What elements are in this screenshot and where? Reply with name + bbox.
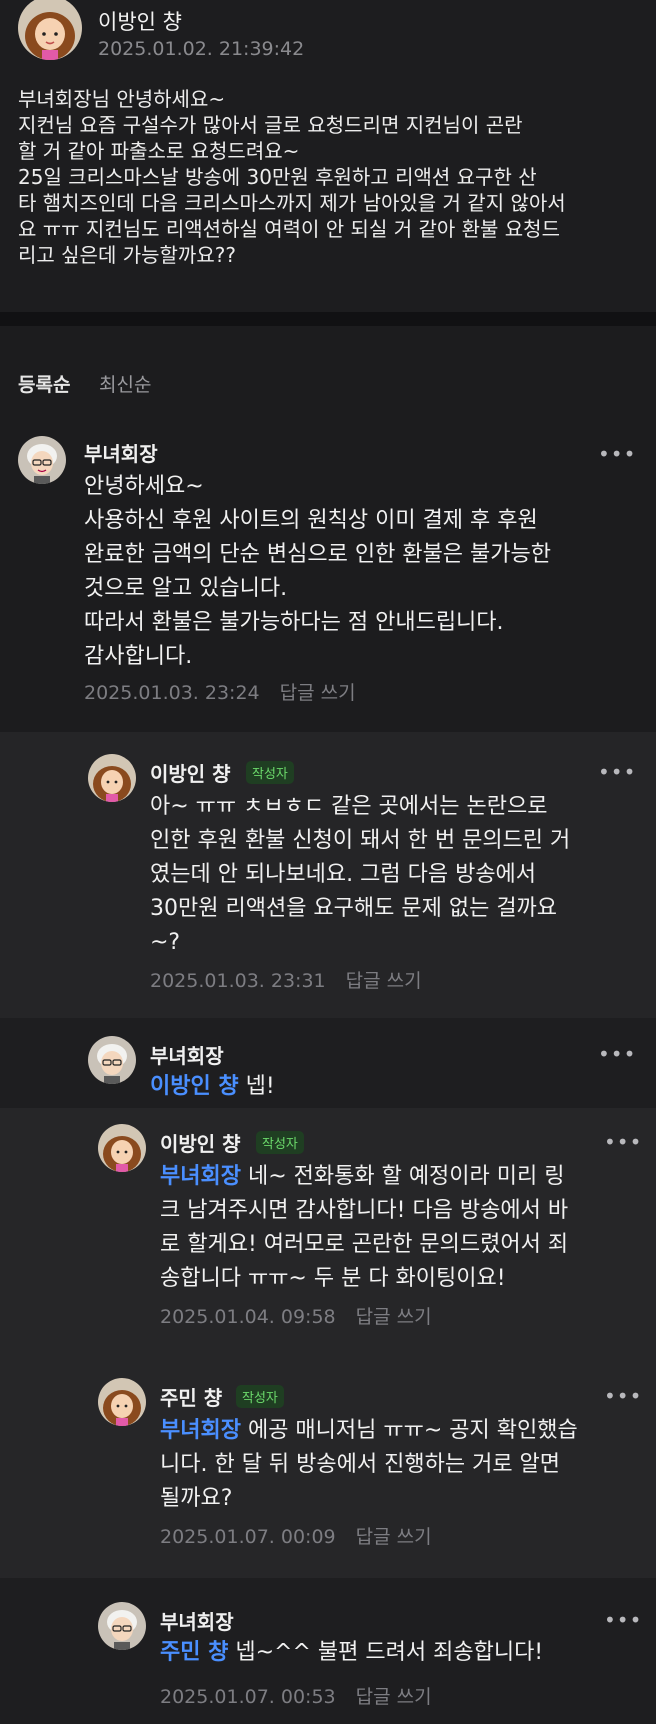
comment-line: ~? (150, 930, 181, 955)
post-author-name[interactable]: 이방인 챵 (98, 6, 182, 36)
commenter-name[interactable]: 이방인 챵 (160, 1128, 241, 1157)
reply-comment: 이방인 챵 작성자 ••• 부녀회장 네~ 전화통화 할 예정이라 미리 링 크… (0, 1108, 656, 1350)
more-options-icon[interactable]: ••• (598, 760, 636, 784)
mention[interactable]: 이방인 챵 (150, 1074, 239, 1099)
post-line: 할 거 같아 파출소로 요청드려요~ (18, 139, 300, 163)
comment-line: 송합니다 ㅠㅠ~ 두 분 다 화이팅이요! (160, 1266, 506, 1291)
comment-date: 2025.01.03. 23:31 (150, 970, 326, 992)
comment-line: 였는데 안 되나보네요. 그럼 다음 방송에서 (150, 862, 537, 887)
comment-line: 아~ ㅠㅠ ㅊㅂㅎㄷ 같은 곳에서는 논란으로 (150, 794, 548, 819)
comment-text: 아~ ㅠㅠ ㅊㅂㅎㄷ 같은 곳에서는 논란으로 인한 후원 환불 신청이 돼서 … (150, 790, 570, 960)
comment-line: 넵! (238, 1074, 275, 1099)
post-line: 타 햄치즈인데 다음 크리스마스까지 제가 남아있을 거 같지 않아서 (18, 191, 566, 215)
commenter-name[interactable]: 부녀회장 (150, 1040, 224, 1069)
commenter-name[interactable]: 주민 챵 (160, 1382, 222, 1411)
commenter-avatar[interactable] (18, 436, 66, 484)
more-options-icon[interactable]: ••• (604, 1130, 642, 1154)
comment-meta: 2025.01.07. 00:53 답글 쓰기 (160, 1682, 432, 1709)
mention[interactable]: 부녀회장 (160, 1164, 241, 1189)
comment-text: 이방인 챵 넵! (150, 1070, 275, 1104)
comment-line: 안녕하세요~ (84, 474, 204, 499)
comment-line: 될까요? (160, 1486, 233, 1511)
reply-button[interactable]: 답글 쓰기 (356, 1306, 432, 1328)
reply-comment: 주민 챵 작성자 ••• 부녀회장 에공 매니저님 ㅠㅠ~ 공지 확인했습 니다… (0, 1350, 656, 1578)
reply-comment: 부녀회장 ••• 이방인 챵 넵! (0, 1018, 656, 1108)
sort-by-registration[interactable]: 등록순 (18, 370, 70, 397)
comment-sort-bar: 등록순 최신순 (0, 326, 656, 410)
comment-line: 로 할게요! 여러모로 곤란한 문의드렸어서 죄 (160, 1232, 569, 1257)
author-badge: 작성자 (256, 1131, 304, 1154)
post-author-avatar[interactable] (18, 0, 82, 60)
post-body: 부녀회장님 안녕하세요~ 지컨님 요즘 구설수가 많아서 글로 요청드리면 지컨… (18, 86, 638, 268)
post-line: 25일 크리스마스날 방송에 30만원 후원하고 리액션 요구한 산 (18, 165, 537, 189)
comment-line: 크 남겨주시면 감사합니다! 다음 방송에서 바 (160, 1198, 569, 1223)
comment-date: 2025.01.07. 00:09 (160, 1526, 336, 1548)
post-line: 리고 싶은데 가능할까요?? (18, 243, 236, 267)
comment-meta: 2025.01.07. 00:09 답글 쓰기 (160, 1522, 432, 1549)
comment: 부녀회장 ••• 안녕하세요~ 사용하신 후원 사이트의 원칙상 이미 결제 후… (0, 410, 656, 732)
comment-meta: 2025.01.04. 09:58 답글 쓰기 (160, 1302, 432, 1329)
commenter-avatar[interactable] (88, 1036, 136, 1084)
mention[interactable]: 부녀회장 (160, 1418, 241, 1443)
comment-date: 2025.01.04. 09:58 (160, 1306, 336, 1328)
sort-by-latest[interactable]: 최신순 (99, 370, 151, 397)
post-line: 요 ㅠㅠ 지컨님도 리액션하실 여력이 안 되실 거 같아 환불 요청드 (18, 217, 560, 241)
author-badge: 작성자 (246, 761, 294, 784)
mention[interactable]: 주민 챵 (160, 1640, 228, 1665)
comment-line: 30만원 리액션을 요구해도 문제 없는 걸까요 (150, 896, 558, 921)
comment-meta: 2025.01.03. 23:31 답글 쓰기 (150, 966, 422, 993)
comment-line: 에공 매니저님 ㅠㅠ~ 공지 확인했습 (240, 1418, 578, 1443)
reply-comment: 이방인 챵 작성자 ••• 아~ ㅠㅠ ㅊㅂㅎㄷ 같은 곳에서는 논란으로 인한… (0, 732, 656, 1018)
commenter-avatar[interactable] (98, 1124, 146, 1172)
commenter-name[interactable]: 부녀회장 (160, 1606, 234, 1635)
reply-button[interactable]: 답글 쓰기 (356, 1686, 432, 1708)
reply-button[interactable]: 답글 쓰기 (356, 1526, 432, 1548)
comment-line: 인한 후원 환불 신청이 돼서 한 번 문의드린 거 (150, 828, 571, 853)
section-divider (0, 312, 656, 326)
comment-line: 감사합니다. (84, 644, 193, 669)
author-badge: 작성자 (236, 1385, 284, 1408)
reply-button[interactable]: 답글 쓰기 (280, 682, 356, 704)
more-options-icon[interactable]: ••• (604, 1384, 642, 1408)
reply-button[interactable]: 답글 쓰기 (346, 970, 422, 992)
comment-line: 넵~^^ 불편 드려서 죄송합니다! (228, 1640, 544, 1665)
comment-line: 니다. 한 달 뒤 방송에서 진행하는 거로 알면 (160, 1452, 561, 1477)
commenter-name[interactable]: 이방인 챵 (150, 758, 231, 787)
comment-date: 2025.01.07. 00:53 (160, 1686, 336, 1708)
post-line: 지컨님 요즘 구설수가 많아서 글로 요청드리면 지컨님이 곤란 (18, 113, 523, 137)
comment-line: 네~ 전화통화 할 예정이라 미리 링 (240, 1164, 565, 1189)
commenter-avatar[interactable] (98, 1602, 146, 1650)
comment-date: 2025.01.03. 23:24 (84, 682, 260, 704)
comment-line: 따라서 환불은 불가능하다는 점 안내드립니다. (84, 610, 504, 635)
commenter-name[interactable]: 부녀회장 (84, 438, 158, 467)
comment-line: 완료한 금액의 단순 변심으로 인한 환불은 불가능한 (84, 542, 552, 567)
post-date: 2025.01.02. 21:39:42 (98, 38, 305, 60)
comment-text: 안녕하세요~ 사용하신 후원 사이트의 원칙상 이미 결제 후 후원 완료한 금… (84, 470, 551, 674)
more-options-icon[interactable]: ••• (598, 1042, 636, 1066)
reply-comment: 부녀회장 ••• 주민 챵 넵~^^ 불편 드려서 죄송합니다! 2025.01… (0, 1578, 656, 1724)
comment-line: 사용하신 후원 사이트의 원칙상 이미 결제 후 후원 (84, 508, 538, 533)
more-options-icon[interactable]: ••• (598, 442, 636, 466)
comment-text: 부녀회장 네~ 전화통화 할 예정이라 미리 링 크 남겨주시면 감사합니다! … (160, 1160, 568, 1296)
post: 이방인 챵 2025.01.02. 21:39:42 부녀회장님 안녕하세요~ … (0, 0, 656, 312)
comment-meta: 2025.01.03. 23:24 답글 쓰기 (84, 678, 356, 705)
more-options-icon[interactable]: ••• (604, 1608, 642, 1632)
comment-text: 부녀회장 에공 매니저님 ㅠㅠ~ 공지 확인했습 니다. 한 달 뒤 방송에서 … (160, 1414, 578, 1516)
commenter-avatar[interactable] (88, 754, 136, 802)
comment-line: 것으로 알고 있습니다. (84, 576, 288, 601)
commenter-avatar[interactable] (98, 1378, 146, 1426)
comment-text: 주민 챵 넵~^^ 불편 드려서 죄송합니다! (160, 1636, 543, 1670)
post-line: 부녀회장님 안녕하세요~ (18, 87, 226, 111)
